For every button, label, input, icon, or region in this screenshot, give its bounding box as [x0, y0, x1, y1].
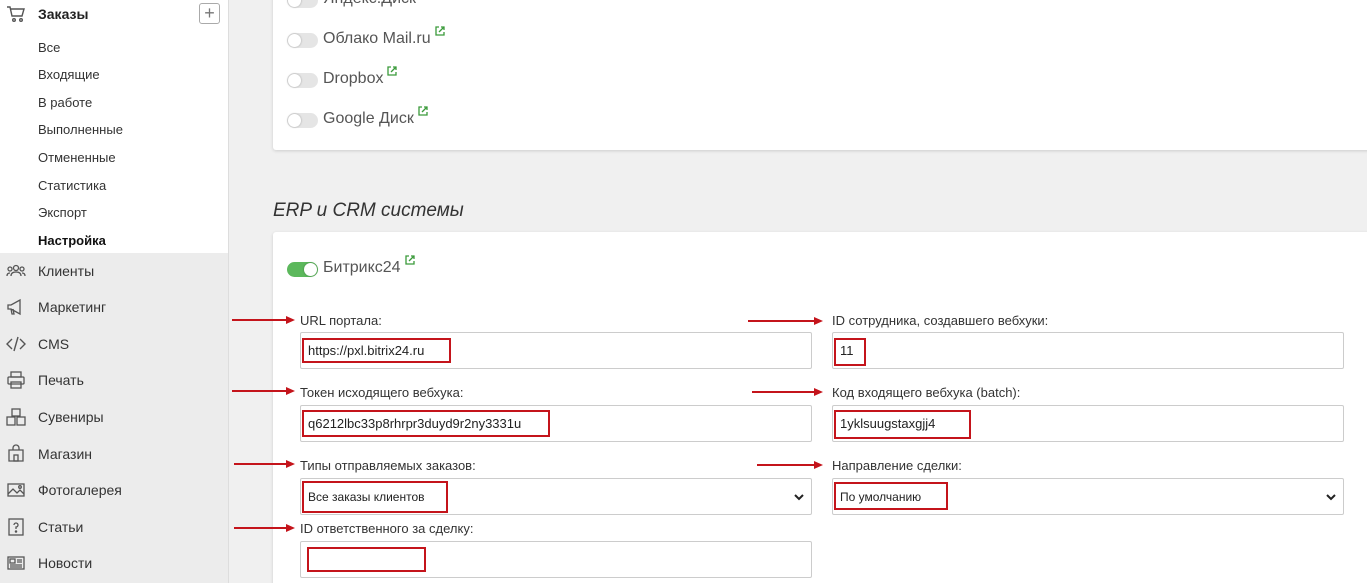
storage-label: Dropbox — [323, 66, 398, 88]
image-icon — [7, 483, 25, 497]
sidebar-subitem-export[interactable]: Экспорт — [38, 205, 87, 220]
orders-section: Заказы + Все Входящие В работе Выполненн… — [0, 0, 228, 253]
question-square-icon — [8, 518, 24, 536]
highlight-order-types — [302, 481, 448, 513]
storage-label: Google Диск — [323, 106, 428, 128]
out-token-label: Токен исходящего вебхука: — [300, 385, 464, 400]
highlight-portal-url — [302, 338, 451, 363]
chevron-down-icon — [794, 494, 804, 501]
highlight-deal-direction — [834, 482, 948, 510]
cloud-storage-card: Яндекс.Диск Облако Mail.ru Dropbox Googl… — [273, 0, 1367, 150]
bitrix-label-text: Битрикс24 — [323, 259, 401, 276]
sidebar-item-label: Клиенты — [38, 263, 95, 279]
annotation-arrow — [752, 388, 823, 396]
sidebar-subitem-cancelled[interactable]: Отмененные — [38, 150, 116, 165]
in-code-label: Код входящего вебхука (batch): — [832, 385, 1021, 400]
sidebar-item-cms[interactable]: CMS — [0, 326, 228, 362]
storage-label-text: Dropbox — [323, 70, 384, 87]
sidebar-item-news[interactable]: Новости — [0, 545, 228, 581]
sidebar-item-label: Печать — [38, 372, 84, 388]
sidebar: Заказы + Все Входящие В работе Выполненн… — [0, 0, 229, 583]
printer-icon — [7, 371, 25, 389]
annotation-arrow — [748, 317, 823, 325]
erp-card: Битрикс24 URL портала: https://pxl.bitri… — [273, 232, 1367, 583]
sidebar-item-label: Фотогалерея — [38, 482, 122, 498]
sidebar-item-shop[interactable]: Магазин — [0, 436, 228, 472]
annotation-arrow — [757, 461, 823, 469]
dropbox-toggle[interactable] — [287, 73, 318, 88]
external-link-icon[interactable] — [418, 106, 428, 116]
storage-label: Яндекс.Диск — [323, 0, 416, 8]
cart-icon — [7, 6, 25, 22]
orders-title: Заказы — [38, 6, 89, 22]
highlight-out-token — [302, 410, 550, 437]
storage-label: Облако Mail.ru — [323, 26, 445, 48]
yandex-disk-toggle[interactable] — [287, 0, 318, 8]
google-drive-toggle[interactable] — [287, 113, 318, 128]
sidebar-item-label: Новости — [38, 555, 93, 571]
sidebar-subitem-settings[interactable]: Настройка — [38, 233, 106, 248]
sidebar-subitem-in-progress[interactable]: В работе — [38, 95, 92, 110]
boxes-icon — [6, 408, 26, 426]
highlight-employee-id — [834, 338, 866, 366]
sidebar-item-print[interactable]: Печать — [0, 362, 228, 398]
highlight-in-code — [834, 410, 971, 439]
employee-id-label: ID сотрудника, создавшего вебхуки: — [832, 313, 1049, 328]
sidebar-item-articles[interactable]: Статьи — [0, 509, 228, 545]
bitrix-label: Битрикс24 — [323, 255, 415, 277]
sidebar-item-gallery[interactable]: Фотогалерея — [0, 472, 228, 508]
sidebar-subitem-statistics[interactable]: Статистика — [38, 178, 106, 193]
employee-id-input[interactable]: 11 — [832, 332, 1344, 369]
external-link-icon[interactable] — [404, 255, 415, 265]
storage-label-text: Google Диск — [323, 110, 414, 127]
external-link-icon[interactable] — [387, 66, 398, 76]
users-icon — [6, 264, 26, 277]
code-icon — [6, 336, 26, 352]
sidebar-subitem-completed[interactable]: Выполненные — [38, 122, 123, 137]
annotation-arrow — [234, 460, 295, 468]
sidebar-item-label: Магазин — [38, 446, 93, 462]
annotation-arrow — [234, 524, 295, 532]
annotation-arrow — [232, 316, 295, 324]
sidebar-item-label: Статьи — [38, 519, 84, 535]
add-order-button[interactable]: + — [199, 3, 220, 24]
chevron-down-icon — [1326, 494, 1336, 501]
sidebar-subitem-incoming[interactable]: Входящие — [38, 67, 100, 82]
sidebar-subitem-all[interactable]: Все — [38, 40, 60, 55]
deal-direction-label: Направление сделки: — [832, 458, 962, 473]
megaphone-icon — [7, 298, 21, 316]
order-types-label: Типы отправляемых заказов: — [300, 458, 476, 473]
erp-section-title: ERP и CRM системы — [273, 200, 464, 221]
sidebar-item-souvenirs[interactable]: Сувениры — [0, 399, 228, 435]
orders-header[interactable]: Заказы + — [0, 0, 228, 28]
sidebar-item-marketing[interactable]: Маркетинг — [0, 289, 228, 325]
store-icon — [8, 444, 24, 462]
sidebar-item-label: Маркетинг — [38, 299, 107, 315]
storage-label-text: Облако Mail.ru — [323, 30, 431, 47]
sidebar-item-label: CMS — [38, 336, 70, 352]
bitrix24-toggle[interactable] — [287, 262, 318, 277]
external-link-icon[interactable] — [435, 26, 445, 36]
sidebar-item-label: Сувениры — [38, 409, 104, 425]
portal-url-label: URL портала: — [300, 313, 382, 328]
newspaper-icon — [7, 556, 25, 570]
sidebar-item-clients[interactable]: Клиенты — [0, 253, 228, 289]
mailru-cloud-toggle[interactable] — [287, 33, 318, 48]
annotation-arrow — [232, 387, 295, 395]
responsible-id-label: ID ответственного за сделку: — [300, 521, 474, 536]
highlight-responsible-id — [307, 547, 426, 572]
